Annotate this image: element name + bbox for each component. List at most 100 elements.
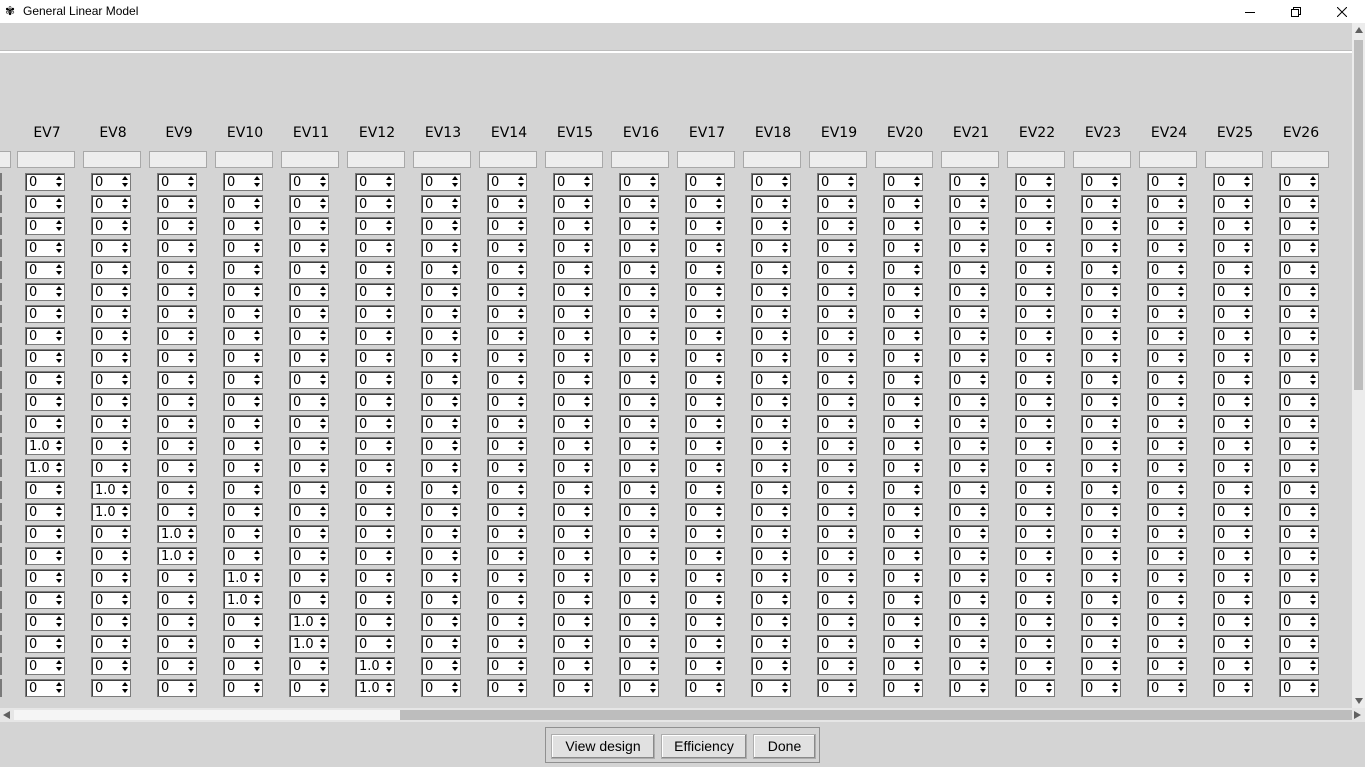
spin-down-icon[interactable] <box>320 359 326 363</box>
spin-up-icon[interactable] <box>584 572 590 576</box>
spin-arrows[interactable] <box>252 680 262 696</box>
spin-arrows[interactable] <box>54 196 64 212</box>
ev-name-input[interactable] <box>1073 151 1131 168</box>
spin-up-icon[interactable] <box>518 220 524 224</box>
spin-down-icon[interactable] <box>716 667 722 671</box>
ev-value-spinbox[interactable]: 1.0 <box>289 613 329 631</box>
spin-arrows[interactable] <box>516 262 526 278</box>
spin-arrows[interactable] <box>318 680 328 696</box>
spin-up-icon[interactable] <box>320 572 326 576</box>
spin-up-icon[interactable] <box>584 506 590 510</box>
spin-up-icon[interactable] <box>1310 638 1316 642</box>
spin-down-icon[interactable] <box>782 535 788 539</box>
spin-down-icon[interactable] <box>848 623 854 627</box>
ev-value-spinbox[interactable]: 0 <box>619 261 659 279</box>
spin-arrows[interactable] <box>1308 284 1318 300</box>
spin-arrows[interactable] <box>846 372 856 388</box>
ev-value-spinbox[interactable]: 0 <box>223 481 263 499</box>
spin-up-icon[interactable] <box>452 418 458 422</box>
spin-down-icon[interactable] <box>1178 249 1184 253</box>
spin-up-icon[interactable] <box>1178 484 1184 488</box>
spin-arrows[interactable] <box>186 262 196 278</box>
spin-down-icon[interactable] <box>1310 271 1316 275</box>
ev-value-spinbox[interactable]: 0 <box>355 569 395 587</box>
spin-up-icon[interactable] <box>848 418 854 422</box>
ev-value-spinbox[interactable]: 0 <box>1279 503 1319 521</box>
spin-up-icon[interactable] <box>1244 396 1250 400</box>
ev-name-input[interactable] <box>545 151 603 168</box>
spin-down-icon[interactable] <box>122 645 128 649</box>
spin-down-icon[interactable] <box>1244 623 1250 627</box>
ev-value-spinbox[interactable]: 0 <box>289 173 329 191</box>
spin-arrows[interactable] <box>1242 350 1252 366</box>
spin-up-icon[interactable] <box>1244 462 1250 466</box>
ev-value-spinbox[interactable]: 0 <box>421 371 461 389</box>
spin-down-icon[interactable] <box>518 337 524 341</box>
spin-arrows[interactable] <box>186 438 196 454</box>
ev-value-spinbox[interactable]: 0 <box>91 635 131 653</box>
spin-arrows[interactable] <box>780 504 790 520</box>
spin-down-icon[interactable] <box>980 249 986 253</box>
spin-arrows[interactable] <box>714 482 724 498</box>
spin-up-icon[interactable] <box>782 220 788 224</box>
ev-value-spinbox[interactable]: 0 <box>553 503 593 521</box>
spin-arrows[interactable] <box>120 526 130 542</box>
spin-arrows[interactable] <box>516 482 526 498</box>
spin-down-icon[interactable] <box>914 601 920 605</box>
spin-up-icon[interactable] <box>848 550 854 554</box>
spin-down-icon[interactable] <box>914 183 920 187</box>
ev-value-spinbox[interactable]: 0 <box>487 239 527 257</box>
spin-arrows[interactable] <box>1308 218 1318 234</box>
spin-arrows[interactable] <box>318 284 328 300</box>
spin-arrows[interactable] <box>1308 614 1318 630</box>
ev-value-spinbox[interactable]: 0 <box>1279 327 1319 345</box>
spin-arrows[interactable] <box>648 328 658 344</box>
spin-arrows[interactable] <box>186 328 196 344</box>
ev-value-spinbox[interactable]: 0 <box>1147 261 1187 279</box>
spin-up-icon[interactable] <box>716 484 722 488</box>
spin-up-icon[interactable] <box>452 572 458 576</box>
spin-down-icon[interactable] <box>518 359 524 363</box>
spin-arrows[interactable] <box>912 570 922 586</box>
ev-value-spinbox[interactable]: 0 <box>619 547 659 565</box>
ev-value-spinbox[interactable]: 0 <box>751 261 791 279</box>
spin-down-icon[interactable] <box>1310 337 1316 341</box>
ev-value-spinbox[interactable]: 0 <box>1015 569 1055 587</box>
ev-value-spinbox[interactable]: 0 <box>157 195 197 213</box>
spin-arrows[interactable] <box>582 636 592 652</box>
spin-up-icon[interactable] <box>122 242 128 246</box>
spin-arrows[interactable] <box>582 262 592 278</box>
ev-value-spinbox[interactable]: 0 <box>949 415 989 433</box>
spin-up-icon[interactable] <box>1046 286 1052 290</box>
spin-down-icon[interactable] <box>56 381 62 385</box>
spin-up-icon[interactable] <box>386 550 392 554</box>
spin-arrows[interactable] <box>582 372 592 388</box>
spin-down-icon[interactable] <box>254 315 260 319</box>
ev-value-spinbox[interactable]: 0 <box>487 261 527 279</box>
spin-up-icon[interactable] <box>188 660 194 664</box>
ev-value-spinbox[interactable]: 0 <box>1015 591 1055 609</box>
ev-value-spinbox[interactable]: 0 <box>883 371 923 389</box>
ev-value-spinbox[interactable]: 0 <box>25 613 65 631</box>
spin-down-icon[interactable] <box>56 183 62 187</box>
spin-arrows[interactable] <box>450 196 460 212</box>
spin-up-icon[interactable] <box>386 396 392 400</box>
spin-arrows[interactable] <box>1110 658 1120 674</box>
ev-value-spinbox[interactable]: 0 <box>949 327 989 345</box>
spin-down-icon[interactable] <box>584 535 590 539</box>
spin-up-icon[interactable] <box>1178 264 1184 268</box>
spin-arrows[interactable] <box>252 570 262 586</box>
spin-arrows[interactable] <box>252 284 262 300</box>
spin-down-icon[interactable] <box>320 293 326 297</box>
spin-up-icon[interactable] <box>188 396 194 400</box>
spin-down-icon[interactable] <box>716 183 722 187</box>
spin-arrows[interactable] <box>54 438 64 454</box>
spin-down-icon[interactable] <box>1310 557 1316 561</box>
spin-down-icon[interactable] <box>584 469 590 473</box>
spin-up-icon[interactable] <box>584 242 590 246</box>
ev-value-spinbox[interactable]: 0 <box>1213 437 1253 455</box>
spin-down-icon[interactable] <box>122 271 128 275</box>
spin-down-icon[interactable] <box>452 601 458 605</box>
spin-arrows[interactable] <box>1242 460 1252 476</box>
spin-up-icon[interactable] <box>848 638 854 642</box>
